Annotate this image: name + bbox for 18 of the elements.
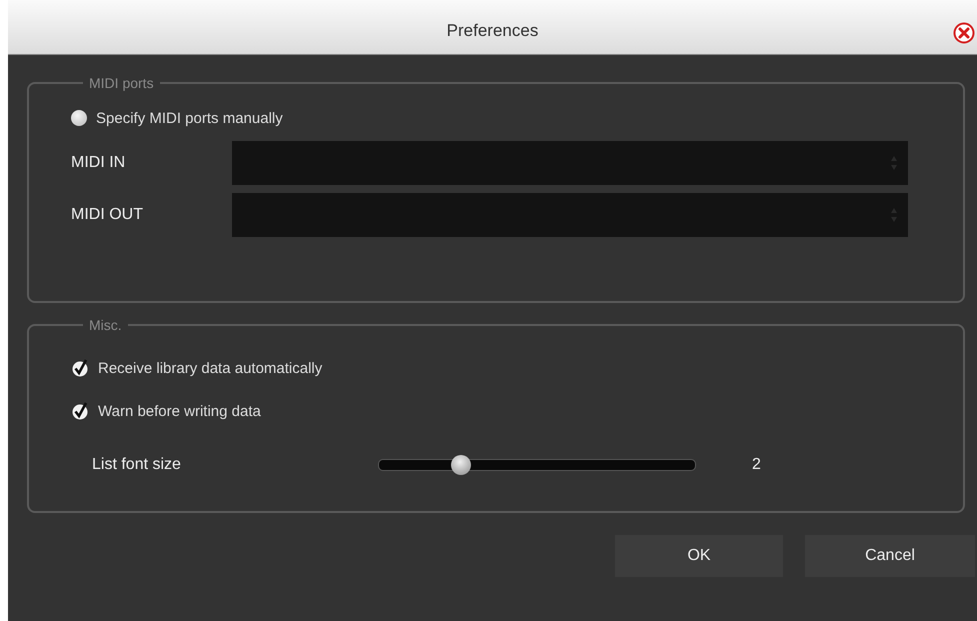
radio-button[interactable] [71,110,87,126]
checkbox[interactable] [71,359,89,377]
field-label: MIDI IN [71,154,126,172]
radio-label: Specify MIDI ports manually [96,110,283,126]
group-legend: MIDI ports [83,75,160,91]
slider-label: List font size [92,456,182,474]
dialog-button[interactable]: Cancel [805,535,975,577]
checkbox-label: Receive library data automatically [98,360,322,376]
slider[interactable] [378,454,696,476]
dialog-button[interactable]: OK [615,535,783,577]
field-label: MIDI OUT [71,206,144,224]
checkbox[interactable] [71,402,89,420]
close-icon[interactable] [953,22,975,44]
slider-value: 2 [752,456,761,474]
checkbox-label: Warn before writing data [98,402,261,420]
group-legend: Misc. [83,317,128,333]
window-title: Preferences [446,21,538,41]
slider-thumb[interactable] [450,455,471,475]
